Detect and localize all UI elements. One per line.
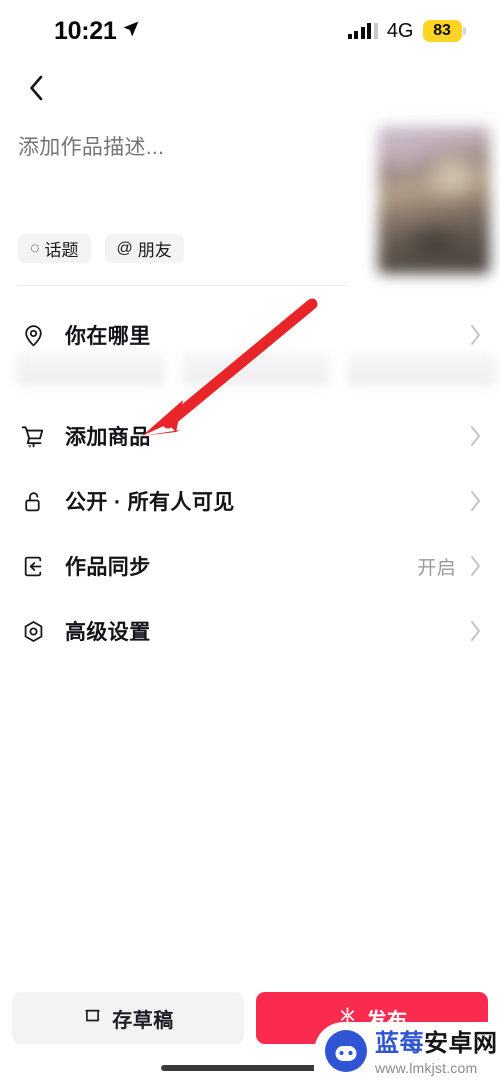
status-bar-right: 4G 83 — [347, 19, 466, 43]
save-draft-label: 存草稿 — [112, 1009, 174, 1032]
unlock-icon — [18, 486, 48, 516]
watermark-url: www.lmkjst.com — [375, 1059, 478, 1076]
signal-bars-icon — [347, 23, 378, 39]
location-suggestion-item[interactable] — [347, 352, 497, 386]
location-suggestions[interactable] — [16, 352, 497, 386]
chevron-left-icon — [25, 73, 47, 108]
row-visibility-label: 公开 · 所有人可见 — [65, 491, 235, 514]
shopping-cart-icon — [18, 421, 48, 451]
row-advanced-settings[interactable]: 高级设置 — [0, 603, 500, 659]
chevron-right-icon — [468, 490, 482, 512]
sync-export-icon — [18, 551, 48, 581]
row-sync[interactable]: 作品同步 开启 — [0, 538, 500, 594]
composer-divider — [18, 285, 348, 286]
hex-gear-icon — [18, 616, 48, 646]
battery-indicator: 83 — [422, 20, 466, 42]
description-input[interactable] — [18, 134, 348, 162]
watermark-brand-dark: 安卓网 — [424, 1029, 498, 1057]
chevron-right-icon — [468, 324, 482, 346]
chevron-right-icon — [468, 555, 482, 577]
watermark-brand: 蓝莓安卓网 — [375, 1029, 498, 1057]
at-mention-icon: @ — [116, 239, 133, 257]
status-bar-left: 10:21 — [54, 16, 141, 45]
composer-chips: ◌ 话题 @ 朋友 — [18, 234, 184, 263]
location-suggestion-item[interactable] — [16, 352, 165, 386]
location-suggestion-item[interactable] — [181, 352, 331, 386]
chevron-right-icon — [468, 425, 482, 447]
network-type: 4G — [386, 19, 414, 42]
battery-cap-icon — [463, 27, 466, 35]
mention-chip-label: 朋友 — [137, 241, 172, 260]
mention-chip[interactable]: @ 朋友 — [104, 234, 184, 263]
home-indicator — [161, 1065, 339, 1071]
row-visibility[interactable]: 公开 · 所有人可见 — [0, 473, 500, 529]
row-sync-value: 开启 — [417, 557, 456, 579]
status-time: 10:21 — [54, 16, 117, 45]
row-sync-label: 作品同步 — [65, 556, 151, 579]
phone-screen: 10:21 4G 83 添加作品描述... ◌ 话题 @ 朋友 你在哪里 添加商… — [0, 0, 500, 1084]
save-draft-button[interactable]: 存草稿 — [12, 992, 244, 1044]
nav-bar — [0, 62, 500, 118]
chevron-right-icon — [468, 620, 482, 642]
row-add-product-label: 添加商品 — [65, 426, 151, 449]
topic-chip-label: 话题 — [44, 241, 79, 260]
battery-level: 83 — [422, 20, 462, 42]
cover-thumbnail[interactable] — [378, 126, 490, 274]
site-watermark: 蓝莓安卓网 www.lmkjst.com — [314, 1022, 500, 1084]
watermark-text: 蓝莓安卓网 www.lmkjst.com — [375, 1029, 498, 1076]
row-location-label: 你在哪里 — [65, 325, 151, 348]
save-draft-icon — [82, 1005, 103, 1032]
composer-area: ◌ 话题 @ 朋友 — [0, 122, 500, 290]
row-advanced-settings-label: 高级设置 — [65, 621, 151, 644]
back-button[interactable] — [14, 68, 58, 112]
location-pin-icon — [18, 320, 48, 350]
status-bar: 10:21 4G 83 — [0, 0, 500, 62]
robot-mascot-icon — [324, 1029, 368, 1078]
watermark-brand-blue: 蓝莓 — [375, 1029, 424, 1057]
topic-chip[interactable]: ◌ 话题 — [18, 234, 91, 263]
hash-topic-icon: ◌ — [30, 239, 40, 257]
row-add-product[interactable]: 添加商品 — [0, 408, 500, 464]
location-arrow-icon — [121, 19, 141, 44]
